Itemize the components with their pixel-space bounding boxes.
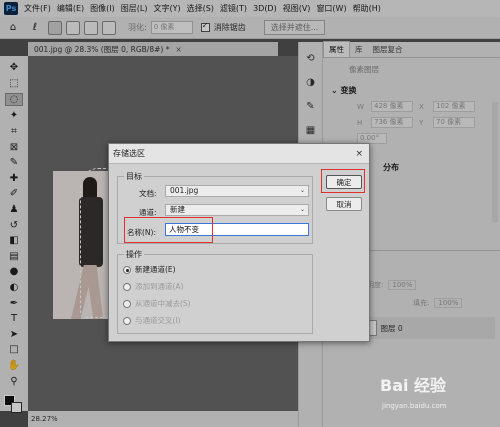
save-selection-dialog: 存储选区 × 目标 文档: 001.jpg ⌄ 通道: 新建 ⌄ 名称(N): … — [108, 143, 370, 342]
op-subtract-from-channel-label: 从通道中减去(S) — [135, 299, 191, 308]
chevron-down-icon: ⌄ — [299, 206, 305, 213]
radio-new-channel[interactable] — [123, 265, 131, 274]
op-intersect-channel-label: 与通道交叉(I) — [135, 316, 181, 325]
ok-highlight-box — [321, 169, 365, 193]
radio-add-to-channel[interactable] — [123, 282, 131, 291]
channel-select[interactable]: 新建 ⌄ — [165, 204, 309, 216]
op-add-to-channel-label: 添加到通道(A) — [135, 282, 184, 291]
baidu-jingyan-watermark: Bai 经验 jingyan.baidu.com — [380, 372, 498, 422]
dialog-title: 存储选区 — [113, 149, 145, 158]
chevron-down-icon: ⌄ — [299, 187, 305, 194]
op-add-to-channel[interactable]: 添加到通道(A) — [123, 281, 183, 292]
dialog-titlebar: 存储选区 × — [109, 144, 369, 164]
radio-intersect-channel[interactable] — [123, 316, 131, 325]
operation-group-label: 操作 — [124, 249, 144, 260]
op-subtract-from-channel[interactable]: 从通道中减去(S) — [123, 298, 191, 309]
document-select[interactable]: 001.jpg ⌄ — [165, 185, 309, 197]
close-icon[interactable]: × — [355, 149, 363, 159]
watermark-url: jingyan.baidu.com — [382, 402, 447, 410]
op-new-channel-label: 新建通道(E) — [135, 265, 176, 274]
watermark-brand: Bai 经验 — [380, 376, 447, 395]
document-select-value: 001.jpg — [170, 186, 199, 195]
cancel-button[interactable]: 取消 — [326, 197, 362, 211]
document-label-text: 文档: — [139, 189, 157, 198]
radio-subtract-from-channel[interactable] — [123, 299, 131, 308]
target-group-label: 目标 — [124, 171, 144, 182]
channel-select-value: 新建 — [170, 205, 185, 214]
op-new-channel[interactable]: 新建通道(E) — [123, 264, 176, 275]
op-intersect-channel[interactable]: 与通道交叉(I) — [123, 315, 181, 326]
name-highlight-box — [124, 217, 213, 243]
document-label: 文档: — [139, 188, 157, 199]
